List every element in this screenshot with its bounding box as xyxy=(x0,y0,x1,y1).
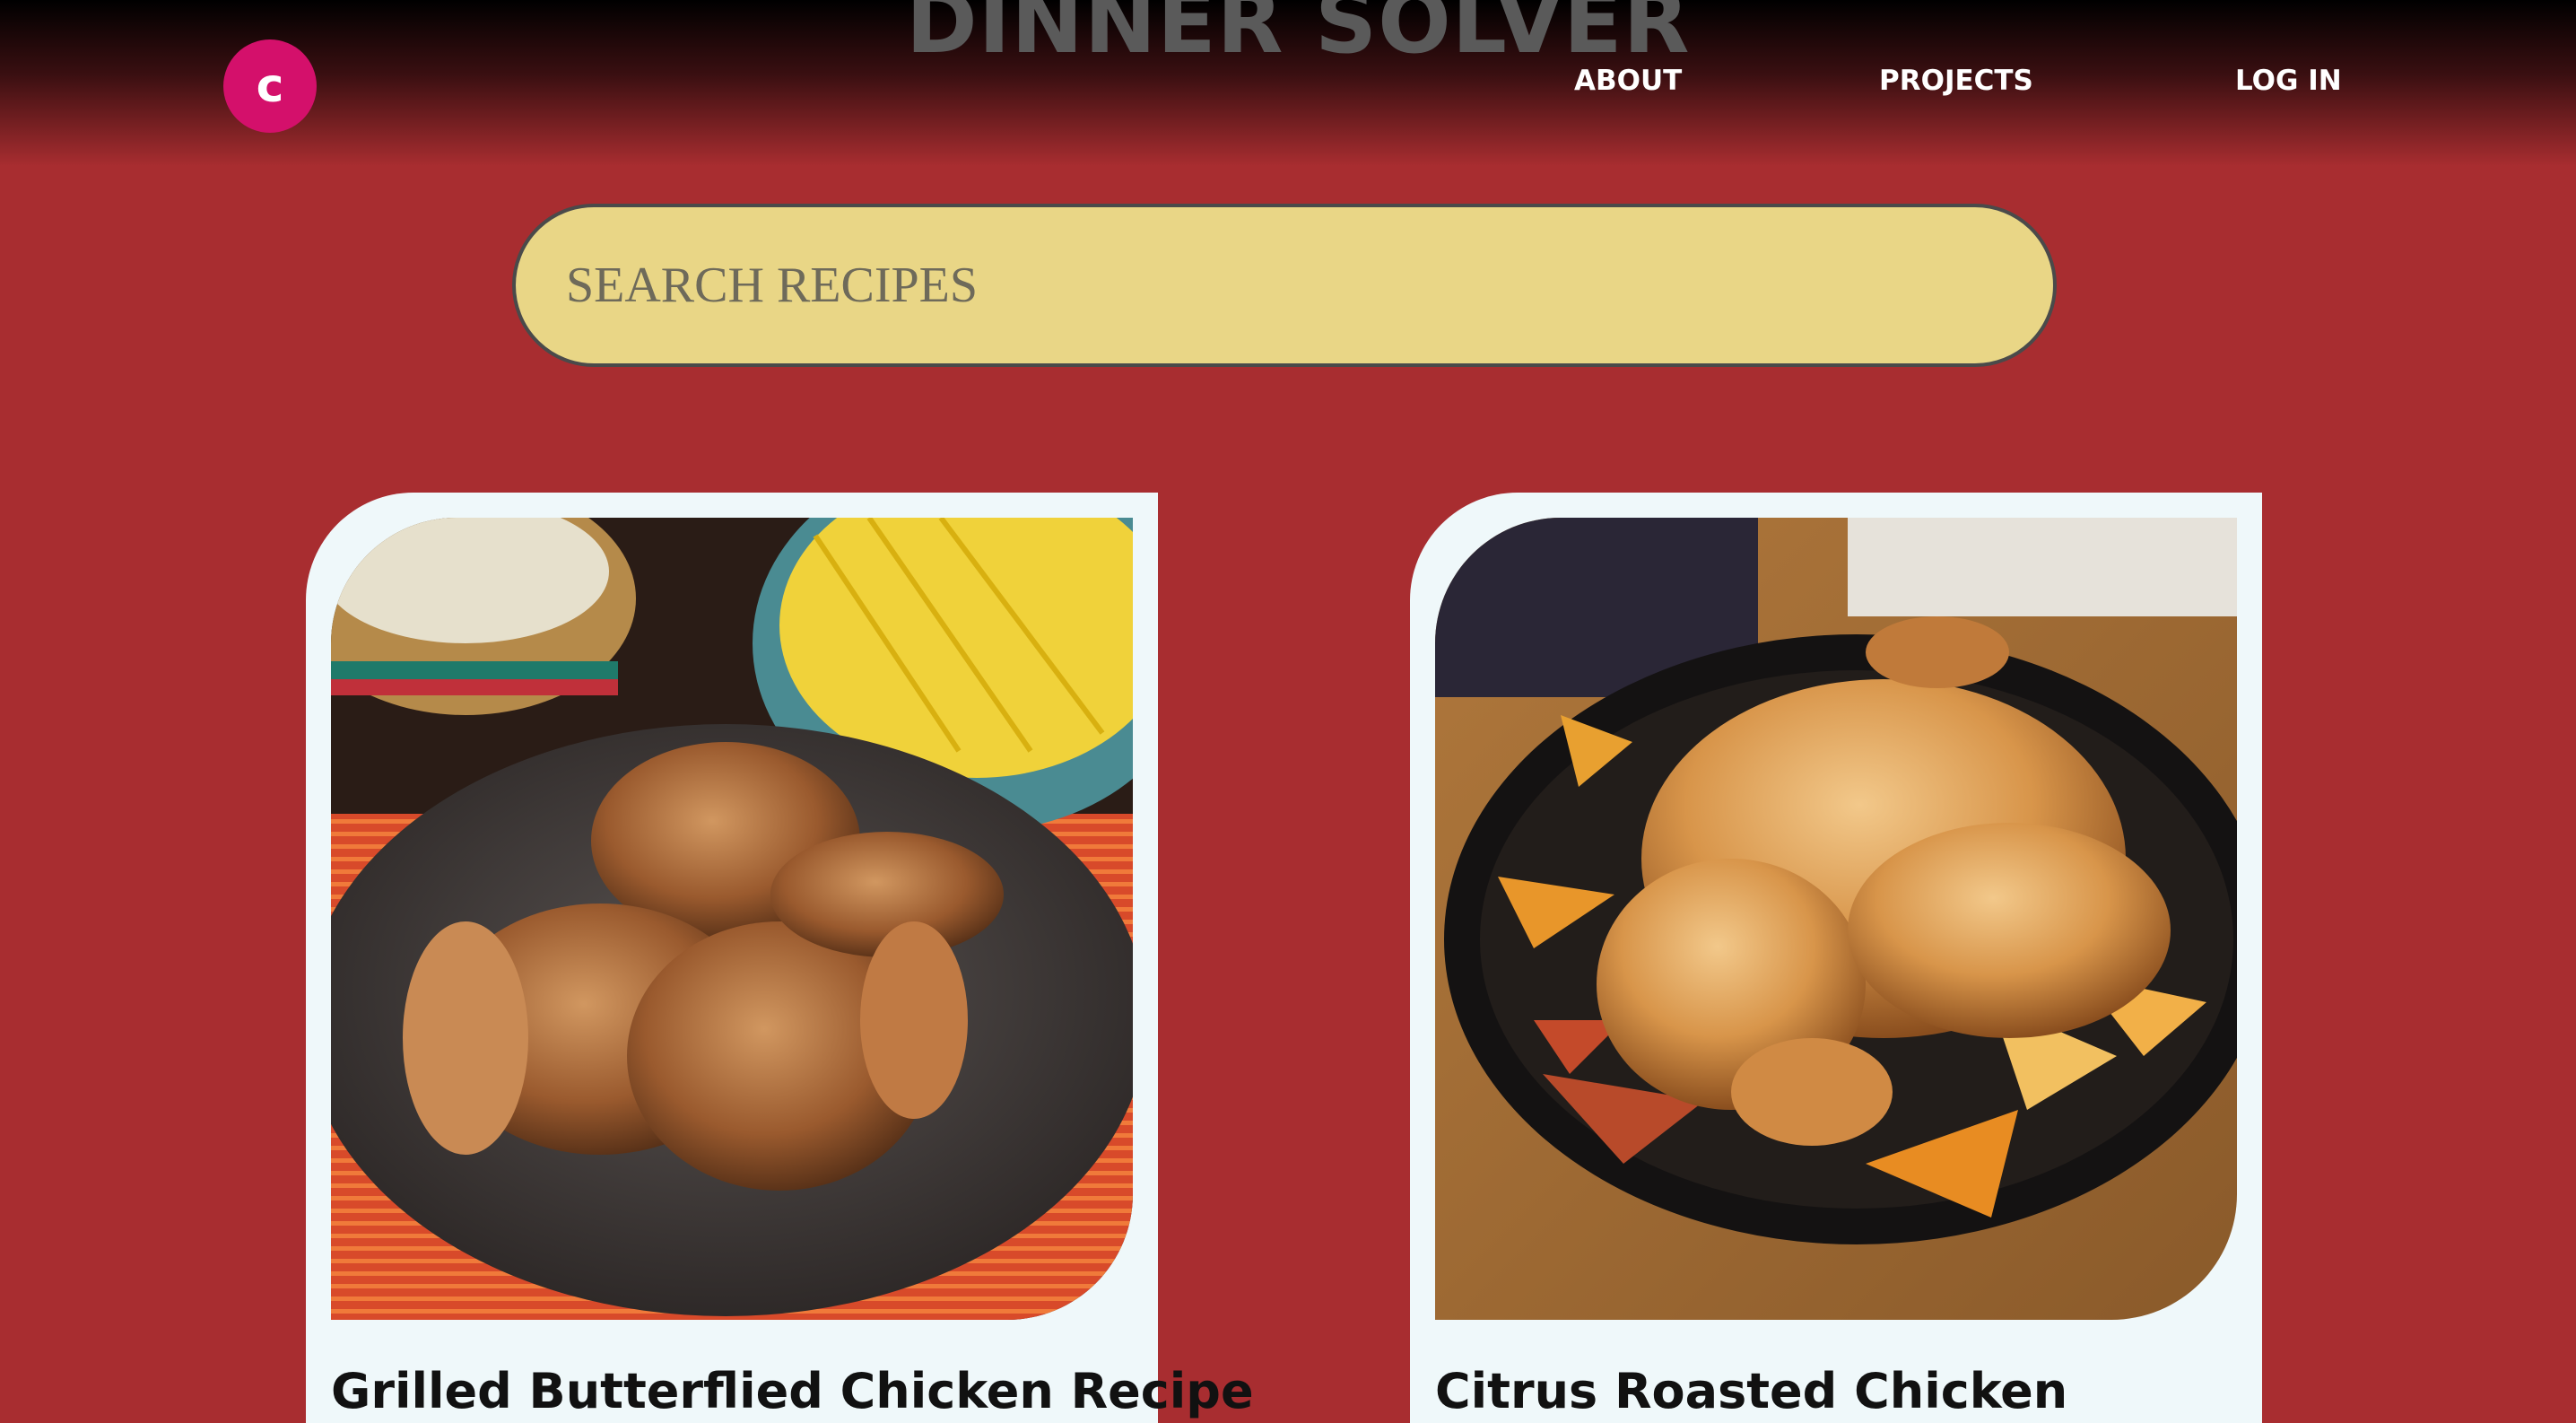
recipe-card[interactable]: Citrus Roasted Chicken xyxy=(1410,493,2262,1423)
nav-projects-link[interactable]: PROJECTS xyxy=(1879,61,2033,100)
logo-icon[interactable]: c xyxy=(223,39,317,133)
site-title: DINNER SOLVER xyxy=(906,0,1691,73)
recipe-card[interactable]: Grilled Butterflied Chicken Recipe xyxy=(306,493,1254,1423)
logo-letter: c xyxy=(256,59,284,113)
nav-about-link[interactable]: ABOUT xyxy=(1574,61,1682,100)
recipe-image[interactable] xyxy=(1435,518,2237,1320)
site-header: c DINNER SOLVER ABOUT PROJECTS LOG IN xyxy=(0,0,2576,166)
recipe-title[interactable]: Grilled Butterflied Chicken Recipe xyxy=(331,1363,1254,1419)
recipe-image[interactable] xyxy=(331,518,1133,1320)
nav-login-link[interactable]: LOG IN xyxy=(2235,61,2342,100)
grilled-chicken-photo xyxy=(331,518,1133,1320)
search-bar[interactable] xyxy=(512,204,2057,367)
roasted-chicken-photo xyxy=(1435,518,2237,1320)
search-input[interactable] xyxy=(566,207,2053,363)
recipe-title[interactable]: Citrus Roasted Chicken xyxy=(1435,1363,2260,1419)
